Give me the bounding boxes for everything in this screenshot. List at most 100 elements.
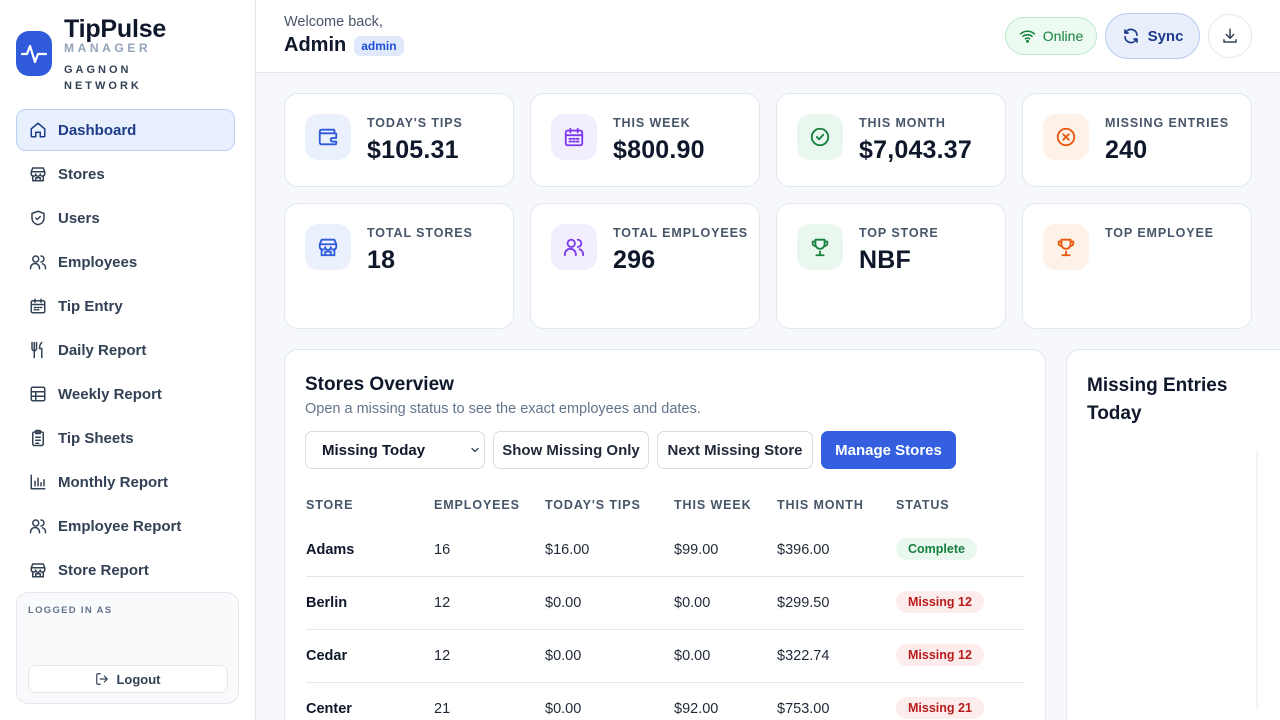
brand-subtitle: MANAGER [64, 41, 152, 55]
sidebar-item-employees[interactable]: Employees [16, 241, 235, 283]
sidebar-nav: Dashboard Stores Users Employees Tip Ent… [16, 109, 235, 593]
download-button[interactable] [1208, 14, 1252, 58]
stat-card-missing-entries: MISSING ENTRIES 240 [1022, 93, 1252, 187]
brand-logo [16, 16, 52, 76]
utensils-icon [29, 341, 47, 359]
stat-card-top-employee: TOP EMPLOYEE [1022, 203, 1252, 329]
users-icon [29, 253, 47, 271]
column-header: STATUS [896, 498, 950, 512]
column-header: THIS WEEK [674, 498, 752, 512]
week-tips: $0.00 [674, 648, 711, 664]
store-icon [29, 165, 47, 183]
manage-stores-button[interactable]: Manage Stores [821, 431, 956, 469]
next-missing-store-button[interactable]: Next Missing Store [657, 431, 813, 469]
user-name: Admin [284, 34, 347, 56]
stat-card-this-week: THIS WEEK $800.90 [530, 93, 760, 187]
employee-count: 12 [434, 595, 451, 611]
sidebar-item-monthly-report[interactable]: Monthly Report [16, 461, 235, 503]
status-badge[interactable]: Missing 12 [896, 591, 984, 613]
missing-entries-panel: Missing Entries Today [1066, 349, 1280, 720]
sidebar: TipPulse MANAGER GAGNON NETWORK Dashboar… [0, 0, 256, 720]
store-name: Berlin [306, 595, 348, 611]
status-badge[interactable]: Missing 21 [896, 697, 984, 719]
sidebar-item-users[interactable]: Users [16, 197, 235, 239]
calendar-icon [29, 297, 47, 315]
stat-value: 18 [367, 246, 396, 274]
missing-filter-select[interactable]: Missing Today [305, 431, 485, 469]
stat-card-total-stores: TOTAL STORES 18 [284, 203, 514, 329]
column-header: TODAY'S TIPS [545, 498, 641, 512]
panel-title: Missing Entries Today [1087, 375, 1228, 424]
week-tips: $0.00 [674, 595, 711, 611]
todays-tips: $0.00 [545, 648, 582, 664]
sidebar-item-label: Store Report [58, 561, 149, 579]
sidebar-item-employee-report[interactable]: Employee Report [16, 505, 235, 547]
table-row[interactable]: Center 21 $0.00 $92.00 $753.00 Missing 2… [306, 683, 1025, 720]
stat-label: THIS WEEK [613, 116, 691, 130]
wallet-icon [305, 114, 351, 160]
stat-label: TOTAL EMPLOYEES [613, 226, 749, 240]
stat-value: 240 [1105, 136, 1148, 164]
brand[interactable]: TipPulse MANAGER GAGNON NETWORK [16, 16, 166, 94]
store-icon [305, 224, 351, 270]
month-tips: $322.74 [777, 648, 830, 664]
stat-label: TODAY'S TIPS [367, 116, 463, 130]
stat-card-top-store: TOP STORE NBF [776, 203, 1006, 329]
sidebar-item-label: Employees [58, 253, 138, 271]
logout-icon [95, 672, 109, 686]
stat-value: $7,043.37 [859, 136, 973, 164]
users-icon [551, 224, 597, 270]
sidebar-item-label: Employee Report [58, 517, 182, 535]
welcome-text: Welcome back, [284, 14, 383, 30]
pulse-icon [16, 31, 52, 76]
scrollbar[interactable] [1256, 450, 1258, 710]
stat-card-todays-tips: TODAY'S TIPS $105.31 [284, 93, 514, 187]
download-icon [1221, 27, 1239, 45]
online-status: Online [1005, 17, 1097, 55]
status-badge[interactable]: Complete [896, 538, 977, 560]
sidebar-item-label: Weekly Report [58, 385, 162, 403]
panel-subtitle: Open a missing status to see the exact e… [305, 401, 701, 417]
shield-icon [29, 209, 47, 227]
table-row[interactable]: Cedar 12 $0.00 $0.00 $322.74 Missing 12 [306, 630, 1025, 683]
table-row[interactable]: Adams 16 $16.00 $99.00 $396.00 Complete [306, 524, 1025, 577]
stat-label: THIS MONTH [859, 116, 946, 130]
sidebar-item-label: Tip Sheets [58, 429, 134, 447]
employee-count: 21 [434, 701, 451, 717]
month-tips: $299.50 [777, 595, 830, 611]
brand-name: TipPulse [64, 15, 167, 43]
stat-label: TOTAL STORES [367, 226, 473, 240]
sidebar-item-label: Stores [58, 165, 105, 183]
logout-label: Logout [116, 671, 161, 687]
table-row[interactable]: Berlin 12 $0.00 $0.00 $299.50 Missing 12 [306, 577, 1025, 630]
select-value: Missing Today [322, 441, 426, 459]
panel-title: Stores Overview [305, 374, 454, 395]
stat-value: NBF [859, 246, 911, 274]
chevron-down-icon [469, 444, 481, 456]
status-badge[interactable]: Missing 12 [896, 644, 984, 666]
sidebar-item-label: Daily Report [58, 341, 147, 359]
online-label: Online [1042, 28, 1084, 44]
check-circle-icon [797, 114, 843, 160]
month-tips: $396.00 [777, 542, 830, 558]
sync-button[interactable]: Sync [1105, 13, 1200, 59]
table-icon [29, 385, 47, 403]
logout-button[interactable]: Logout [28, 665, 228, 693]
store-name: Center [306, 701, 352, 717]
sidebar-item-tip-sheets[interactable]: Tip Sheets [16, 417, 235, 459]
sidebar-item-stores[interactable]: Stores [16, 153, 235, 195]
sidebar-item-label: Monthly Report [58, 473, 168, 491]
show-missing-only-button[interactable]: Show Missing Only [493, 431, 649, 469]
refresh-icon [1122, 27, 1140, 45]
todays-tips: $0.00 [545, 595, 582, 611]
employee-count: 12 [434, 648, 451, 664]
sidebar-item-dashboard[interactable]: Dashboard [16, 109, 235, 151]
sidebar-item-weekly-report[interactable]: Weekly Report [16, 373, 235, 415]
top-header: Welcome back, Admin admin Online Sync [256, 0, 1280, 73]
logged-in-panel: LOGGED IN AS Logout [16, 592, 239, 704]
sidebar-item-daily-report[interactable]: Daily Report [16, 329, 235, 371]
sidebar-item-tip-entry[interactable]: Tip Entry [16, 285, 235, 327]
wifi-icon [1019, 29, 1036, 43]
employee-count: 16 [434, 542, 451, 558]
sidebar-item-store-report[interactable]: Store Report [16, 549, 235, 591]
